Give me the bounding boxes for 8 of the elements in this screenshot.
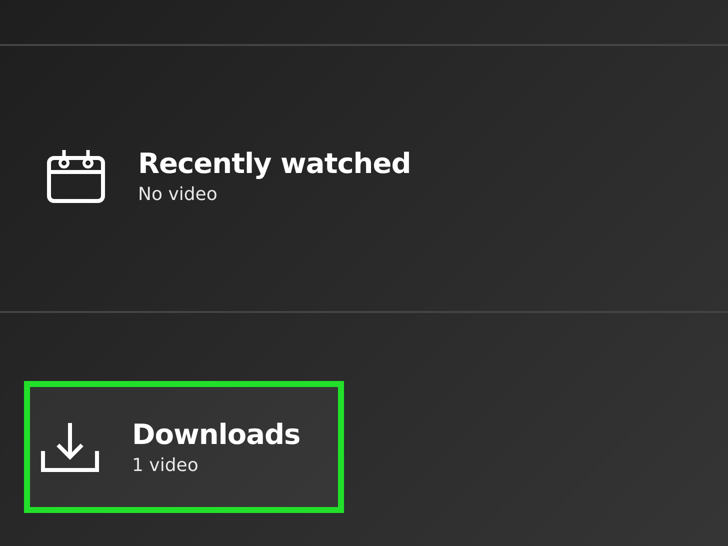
item-title: Recently watched bbox=[138, 146, 411, 180]
item-subtitle: No video bbox=[138, 184, 218, 204]
list-item[interactable]: Recently watched No video bbox=[40, 140, 417, 210]
download-icon bbox=[40, 421, 100, 473]
list-item[interactable]: Downloads 1 video bbox=[24, 381, 344, 513]
calendar-icon bbox=[46, 148, 106, 204]
item-subtitle: 1 video bbox=[132, 455, 200, 476]
item-title: Downloads bbox=[132, 418, 300, 451]
